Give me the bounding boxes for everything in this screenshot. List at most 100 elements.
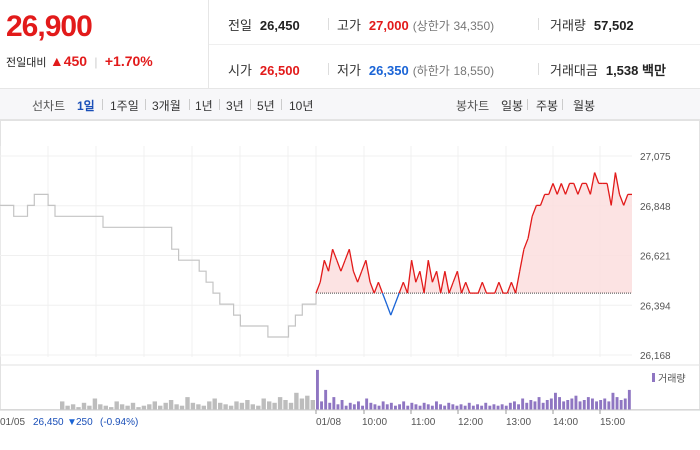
divider xyxy=(538,18,539,30)
volume-bar-today xyxy=(537,397,541,410)
volume-bar-prev-day xyxy=(239,402,245,410)
volume-bar-prev-day xyxy=(294,392,299,410)
volume-bar-prev-day xyxy=(218,402,223,410)
tab-weekly-candle[interactable]: 주봉 xyxy=(536,97,558,114)
trade-value-value: 1,538 백만 xyxy=(605,63,666,78)
tab-1-day[interactable]: 1일 xyxy=(77,97,95,114)
prev-close-cell: 전일 26,450 xyxy=(228,15,300,34)
divider xyxy=(562,99,563,110)
volume-bar-prev-day xyxy=(212,398,217,410)
volume-bar-today xyxy=(357,401,360,410)
volume-bar-today xyxy=(324,389,328,410)
volume-legend-swatch xyxy=(652,373,655,382)
volume-bar-today xyxy=(558,397,561,410)
volume-bar-today xyxy=(348,402,352,410)
divider xyxy=(250,99,251,110)
volume-bar-prev-day xyxy=(147,404,152,410)
trade-value-cell: 거래대금 1,538 백만 xyxy=(550,60,666,79)
price-box: 26,900 전일대비 ▲450 | +1.70% xyxy=(0,0,209,88)
volume-bar-today xyxy=(435,401,438,410)
low-label: 저가 xyxy=(337,63,361,78)
volume-bar-prev-day xyxy=(261,398,266,410)
volume-bar-prev-day xyxy=(174,404,179,410)
tab-1-year[interactable]: 1년 xyxy=(195,97,213,114)
volume-bar-today xyxy=(459,404,463,410)
volume-bar-today xyxy=(480,405,484,410)
high-cell: 고가 27,000 (상한가 34,350) xyxy=(337,15,494,34)
prev-day-price-line xyxy=(0,193,317,338)
x-tick-label: 13:00 xyxy=(506,417,531,428)
tab-5-years[interactable]: 5년 xyxy=(257,97,275,114)
volume-bar-today xyxy=(328,402,332,410)
volume-bar-today xyxy=(488,405,492,410)
volume-bar-today xyxy=(574,395,578,410)
divider xyxy=(538,63,539,75)
tab-monthly-candle[interactable]: 월봉 xyxy=(573,97,595,114)
volume-bar-prev-day xyxy=(223,404,228,410)
lower-limit-value: 18,550) xyxy=(453,64,495,78)
candle-chart-label: 봉차트 xyxy=(456,99,490,113)
volume-bar-prev-day xyxy=(245,400,250,410)
y-tick-label: 26,394 xyxy=(640,301,671,312)
volume-bar-today xyxy=(615,397,619,410)
volume-bar-today xyxy=(332,397,336,410)
volume-bar-prev-day xyxy=(234,401,239,410)
volume-bar-today xyxy=(340,400,344,410)
volume-bar-today xyxy=(533,401,537,410)
change-label: 전일대비 xyxy=(6,57,47,69)
volume-bar-today xyxy=(582,400,586,410)
today-price-segment xyxy=(381,292,388,305)
volume-bar-today xyxy=(422,402,426,410)
volume-bar-today xyxy=(549,398,553,410)
x-tick-label: 10:00 xyxy=(362,417,387,428)
volume-bar-today xyxy=(595,401,598,410)
x-tick-label: 11:00 xyxy=(411,417,436,428)
y-tick-label: 27,075 xyxy=(640,152,671,163)
x-tick-label: 01/08 xyxy=(316,417,341,428)
volume-bar-today xyxy=(599,400,603,410)
volume-cell: 거래량 57,502 xyxy=(550,15,634,34)
volume-bar-today xyxy=(586,397,590,410)
volume-bar-prev-day xyxy=(201,405,206,410)
tab-1-week[interactable]: 1주일 xyxy=(110,97,139,114)
volume-bar-today xyxy=(381,401,385,410)
lower-limit-label: (하한가 xyxy=(412,64,450,78)
volume-bar-today xyxy=(476,404,479,410)
volume-bar-today xyxy=(627,389,631,410)
volume-bar-today xyxy=(394,405,397,410)
open-label: 시가 xyxy=(228,63,252,78)
volume-bar-prev-day xyxy=(185,397,190,410)
volume-bar-today xyxy=(496,405,500,410)
trade-value-label: 거래대금 xyxy=(550,63,598,78)
volume-bar-today xyxy=(623,398,627,410)
volume-bar-today xyxy=(508,402,512,410)
divider xyxy=(328,63,329,75)
tab-daily-candle[interactable]: 일봉 xyxy=(501,97,523,114)
x-tick-label: 14:00 xyxy=(553,417,578,428)
tab-10-years[interactable]: 10년 xyxy=(289,97,313,114)
volume-bar-today xyxy=(562,401,566,410)
volume-bar-today xyxy=(398,404,401,410)
volume-bar-today xyxy=(554,392,557,410)
volume-bar-prev-day xyxy=(65,405,70,410)
divider xyxy=(219,99,220,110)
divider xyxy=(145,99,146,110)
volume-bar-prev-day xyxy=(125,405,130,410)
open-cell: 시가 26,500 xyxy=(228,60,300,79)
upper-limit-label: (상한가 xyxy=(412,19,450,33)
volume-bar-prev-day xyxy=(81,402,87,410)
tab-3-months[interactable]: 3개월 xyxy=(152,97,181,114)
volume-bar-today xyxy=(336,404,340,410)
change-percent: +1.70% xyxy=(104,53,153,69)
tab-3-years[interactable]: 3년 xyxy=(226,97,244,114)
volume-bar-today xyxy=(320,401,323,410)
volume-bar-today xyxy=(467,402,471,410)
volume-bar-today xyxy=(430,405,434,410)
volume-label: 거래량 xyxy=(550,18,586,33)
volume-bar-today xyxy=(418,405,422,410)
divider xyxy=(328,18,329,30)
y-tick-label: 26,168 xyxy=(640,351,671,362)
x-tick-label: 12:00 xyxy=(458,417,483,428)
low-cell: 저가 26,350 (하한가 18,550) xyxy=(337,60,494,79)
volume-bar-prev-day xyxy=(288,402,294,410)
